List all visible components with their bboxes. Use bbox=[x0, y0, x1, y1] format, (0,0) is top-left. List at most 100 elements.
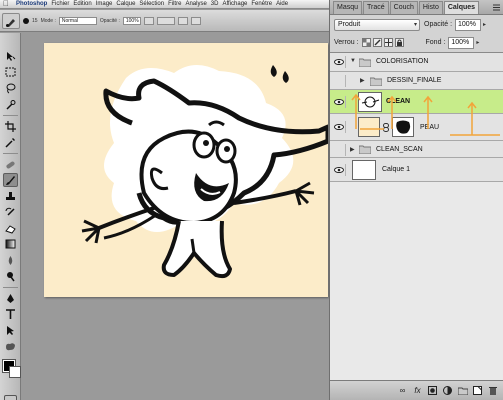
dodge-icon bbox=[7, 271, 15, 281]
workspace bbox=[22, 33, 329, 400]
background-color-swatch[interactable] bbox=[9, 366, 21, 378]
options-bar: 15 Mode : Normal Opacité : 100% bbox=[0, 10, 329, 32]
mode-select[interactable]: Normal bbox=[58, 16, 97, 25]
eyedropper-tool[interactable] bbox=[3, 135, 18, 149]
menu-fichier[interactable]: Fichier bbox=[51, 0, 73, 8]
opacity-slider-arrow[interactable]: ▸ bbox=[483, 21, 486, 28]
blur-icon bbox=[8, 255, 13, 265]
mode-label: Mode : bbox=[40, 17, 56, 24]
marquee-tool[interactable] bbox=[3, 65, 18, 79]
new-group-icon[interactable] bbox=[457, 385, 468, 396]
layer-name: CLEAN_SCAN bbox=[376, 146, 423, 153]
menu-photoshop[interactable]: Photoshop bbox=[16, 0, 51, 8]
cartoon-drawing bbox=[81, 64, 328, 279]
lock-pixels-button[interactable] bbox=[372, 38, 382, 47]
opacity-label: Opacité : bbox=[424, 21, 453, 28]
marquee-icon bbox=[5, 67, 16, 77]
new-layer-icon[interactable] bbox=[472, 385, 483, 396]
layers-list: ▼ COLORISATION ▶ DESSIN_FINALE CLEAN PEA… bbox=[330, 52, 503, 380]
tab-traces[interactable]: Tracé bbox=[363, 1, 389, 14]
menu-calque[interactable]: Calque bbox=[116, 0, 139, 8]
adjustment-layer-icon[interactable] bbox=[442, 385, 453, 396]
crop-icon bbox=[5, 120, 16, 132]
lasso-icon bbox=[6, 83, 16, 93]
blur-tool[interactable] bbox=[3, 253, 18, 267]
healing-icon bbox=[6, 161, 15, 168]
trash-icon[interactable] bbox=[487, 385, 498, 396]
menu-analyse[interactable]: Analyse bbox=[185, 0, 210, 8]
apple-icon[interactable]:  bbox=[3, 0, 12, 8]
toolbox bbox=[0, 33, 21, 400]
move-icon bbox=[7, 51, 16, 61]
tab-historique[interactable]: Histo bbox=[418, 1, 443, 14]
move-icon bbox=[384, 39, 392, 46]
tab-masques[interactable]: Masqu bbox=[333, 1, 363, 14]
blend-mode-value: Produit bbox=[338, 20, 361, 28]
menu-affichage[interactable]: Affichage bbox=[222, 0, 251, 8]
menu-aide[interactable]: Aide bbox=[276, 0, 292, 8]
fill-field[interactable]: 100% bbox=[448, 36, 475, 49]
brush-icon bbox=[6, 175, 15, 185]
move-tool[interactable] bbox=[3, 49, 18, 63]
quick-mask-button[interactable] bbox=[4, 395, 17, 400]
layer-calque-1[interactable]: Calque 1 bbox=[330, 158, 503, 182]
menu-filtre[interactable]: Filtre bbox=[168, 0, 185, 8]
pressure-size-button[interactable] bbox=[190, 16, 201, 25]
history-brush-tool[interactable] bbox=[3, 205, 18, 219]
crop-tool[interactable] bbox=[3, 119, 18, 133]
fill-slider-arrow[interactable]: ▸ bbox=[476, 39, 479, 46]
menu-edition[interactable]: Edition bbox=[73, 0, 95, 8]
type-icon bbox=[6, 308, 15, 319]
quick-select-tool[interactable] bbox=[3, 97, 18, 111]
pressure-opacity-button[interactable] bbox=[143, 16, 154, 25]
healing-tool[interactable] bbox=[3, 157, 18, 171]
tab-couches[interactable]: Couch bbox=[389, 1, 418, 14]
layer-group-clean-scan[interactable]: ▶ CLEAN_SCAN bbox=[330, 141, 503, 158]
disclosure-closed-icon[interactable]: ▶ bbox=[350, 146, 355, 153]
eyedropper-icon bbox=[5, 137, 15, 148]
eye-icon bbox=[333, 167, 344, 173]
panel-menu-icon[interactable] bbox=[492, 3, 501, 12]
opacity-label: Opacité : bbox=[99, 17, 120, 24]
stamp-icon bbox=[6, 191, 15, 200]
opacity-field[interactable]: 100% bbox=[122, 16, 141, 25]
gradient-tool[interactable] bbox=[3, 237, 18, 251]
blend-mode-select[interactable]: Produit ▾ bbox=[334, 18, 420, 31]
shape-tool[interactable] bbox=[3, 339, 18, 353]
brush-tool[interactable] bbox=[3, 173, 18, 187]
layer-style-icon[interactable]: fx bbox=[412, 385, 423, 396]
lock-label: Verrou : bbox=[334, 39, 359, 46]
brush-preview[interactable] bbox=[23, 17, 29, 24]
menu-3d[interactable]: 3D bbox=[211, 0, 223, 8]
menu-fenetre[interactable]: Fenêtre bbox=[251, 0, 276, 8]
tool-preset-picker[interactable] bbox=[2, 12, 20, 29]
visibility-toggle[interactable] bbox=[332, 164, 346, 176]
menu-image[interactable]: Image bbox=[96, 0, 117, 8]
visibility-toggle[interactable] bbox=[332, 144, 346, 156]
link-layers-icon[interactable]: ∞ bbox=[397, 385, 408, 396]
brush-icon bbox=[374, 39, 381, 46]
lock-transparency-button[interactable] bbox=[361, 38, 371, 47]
tab-calques[interactable]: Calques bbox=[443, 1, 480, 14]
lock-all-button[interactable] bbox=[394, 38, 404, 47]
lasso-tool[interactable] bbox=[3, 81, 18, 95]
add-mask-icon[interactable] bbox=[427, 385, 438, 396]
menu-selection[interactable]: Sélection bbox=[139, 0, 168, 8]
lock-row: Verrou : Fond : 100% ▸ bbox=[334, 36, 500, 49]
path-select-tool[interactable] bbox=[3, 323, 18, 337]
lock-icon bbox=[396, 39, 402, 46]
path-select-icon bbox=[7, 325, 14, 335]
dodge-tool[interactable] bbox=[3, 269, 18, 283]
arrow-up-icon bbox=[423, 95, 433, 129]
arrow-up-icon bbox=[387, 95, 397, 129]
panel-footer: ∞ fx bbox=[330, 380, 503, 400]
eraser-tool[interactable] bbox=[3, 221, 18, 235]
airbrush-button[interactable] bbox=[177, 16, 188, 25]
opacity-field[interactable]: 100% bbox=[455, 18, 482, 31]
stamp-tool[interactable] bbox=[3, 189, 18, 203]
lock-position-button[interactable] bbox=[383, 38, 393, 47]
pen-tool[interactable] bbox=[3, 291, 18, 305]
flow-field[interactable] bbox=[156, 16, 175, 25]
document-canvas[interactable] bbox=[44, 43, 328, 297]
type-tool[interactable] bbox=[3, 307, 18, 321]
